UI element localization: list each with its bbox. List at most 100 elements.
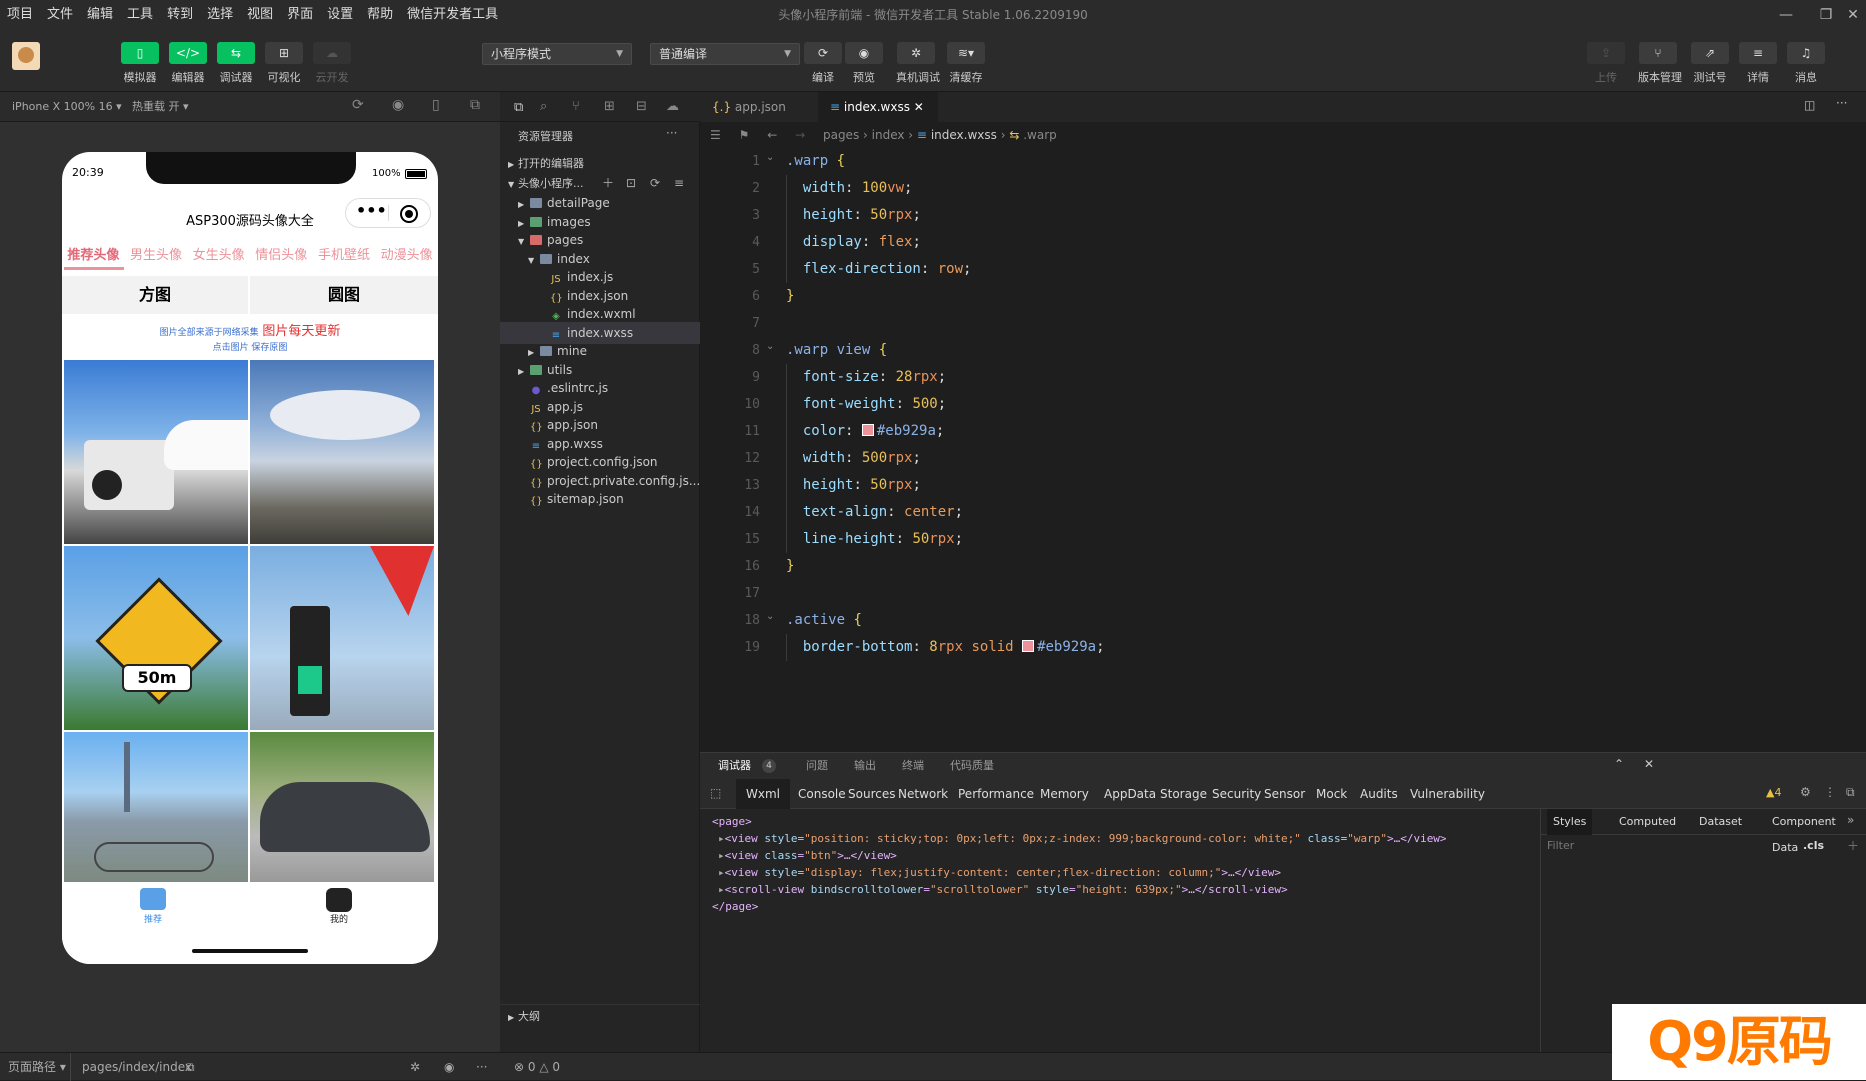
code-line[interactable]: .active { — [786, 607, 862, 634]
devtools-tab[interactable]: Sources — [848, 779, 895, 809]
devtools-tab[interactable]: Audits — [1360, 779, 1398, 809]
styles-tab[interactable]: Computed — [1613, 809, 1682, 835]
record-icon[interactable]: ◉ — [392, 97, 404, 113]
menu-item[interactable]: 设置 — [320, 0, 360, 30]
devtools-top-tab[interactable]: 问题 — [806, 753, 828, 779]
phone-icon[interactable]: ▯ — [432, 97, 440, 113]
chevron-up-icon[interactable]: ⌃ — [1614, 757, 1624, 771]
devtools-top-tab[interactable]: 输出 — [854, 753, 876, 779]
mode-select[interactable]: 小程序模式 ▼ — [482, 43, 632, 65]
styles-tab[interactable]: Dataset — [1693, 809, 1748, 835]
devtools-top-tab[interactable]: 代码质量 — [950, 753, 994, 779]
split-editor-icon[interactable]: ◫ — [1804, 98, 1815, 112]
code-line[interactable]: .warp view { — [786, 337, 887, 364]
inspect-icon[interactable]: ⬚ — [710, 786, 721, 800]
code-line[interactable]: .warp { — [786, 148, 845, 175]
problems-indicator[interactable]: ⊗ 0 △ 0 — [514, 1053, 560, 1081]
category-tab[interactable]: 推荐头像 — [67, 244, 119, 268]
avatar-image[interactable] — [64, 732, 248, 882]
menu-item[interactable]: 编辑 — [80, 0, 120, 30]
menu-item[interactable]: 项目 — [0, 0, 40, 30]
devtools-tab[interactable]: Performance — [958, 779, 1034, 809]
tab-recommend[interactable]: 推荐 — [132, 912, 174, 925]
new-file-icon[interactable]: ＋ — [602, 172, 614, 194]
editor-button[interactable]: </> 编辑器 — [168, 42, 208, 85]
menu-item[interactable]: 界面 — [280, 0, 320, 30]
test-button[interactable]: ⇗ 测试号 — [1690, 42, 1730, 85]
refresh-icon[interactable]: ⟳ — [650, 172, 660, 194]
avatar-image[interactable] — [250, 360, 434, 544]
code-line[interactable]: color: #eb929a; — [786, 418, 944, 445]
fold-icon[interactable]: ⌄ — [766, 341, 774, 352]
code-line[interactable]: width: 100vw; — [786, 175, 913, 202]
minimize-icon[interactable]: — — [1766, 0, 1806, 30]
refresh-icon[interactable]: ⟳ — [352, 97, 364, 113]
devtools-tab[interactable]: Console — [798, 779, 846, 809]
compile-select[interactable]: 普通编译 ▼ — [650, 43, 800, 65]
code-line[interactable]: height: 50rpx; — [786, 472, 921, 499]
menu-item[interactable]: 文件 — [40, 0, 80, 30]
code-line[interactable]: line-height: 50rpx; — [786, 526, 963, 553]
project-section[interactable]: ▼ 头像小程序... ＋ ⊡ ⟳ ≡ — [500, 172, 700, 194]
more-icon[interactable]: ⋮ — [1824, 785, 1836, 799]
outline-section[interactable]: ▶ 大纲 — [500, 1004, 700, 1026]
styles-tab[interactable]: Styles — [1547, 809, 1593, 835]
tab-index-wxss[interactable]: ≡ index.wxss ✕ — [818, 92, 938, 122]
list-icon[interactable]: ☰ — [710, 128, 721, 142]
real-debug-button[interactable]: ✲ 真机调试 — [896, 42, 940, 85]
simulator-button[interactable]: ▯ 模拟器 — [120, 42, 160, 85]
devtools-tab[interactable]: Memory — [1040, 779, 1089, 809]
add-icon[interactable]: ＋ — [1847, 837, 1859, 854]
detail-button[interactable]: ≡ 详情 — [1738, 42, 1778, 85]
code-line[interactable]: } — [786, 283, 794, 310]
page-path-label[interactable]: 页面路径 ▾ — [8, 1053, 66, 1081]
devtools-tab[interactable]: Mock — [1316, 779, 1347, 809]
files-icon[interactable]: ⧉ — [514, 100, 523, 115]
copy-icon[interactable]: ⧉ — [186, 1053, 195, 1081]
category-tab[interactable]: 女生头像 — [193, 244, 245, 268]
recommend-icon[interactable] — [140, 888, 166, 910]
search-icon[interactable]: ⌕ — [540, 99, 547, 114]
code-line[interactable]: width: 500rpx; — [786, 445, 921, 472]
devtools-tab[interactable]: Security — [1212, 779, 1261, 809]
git-icon[interactable]: ⑂ — [572, 99, 580, 114]
square-button[interactable]: 方图 — [62, 276, 248, 314]
menu-item[interactable]: 微信开发者工具 — [400, 0, 505, 30]
compile-button[interactable]: ⟳ 编译 — [803, 42, 843, 85]
preview-button[interactable]: ◉ 预览 — [844, 42, 884, 85]
wxml-node[interactable]: ▸<view style="display: flex;justify-cont… — [718, 864, 1281, 881]
category-tab[interactable]: 情侣头像 — [255, 244, 307, 268]
hot-reload-toggle[interactable]: 热重载 开 ▾ — [132, 92, 189, 122]
more-icon[interactable]: ••• — [356, 201, 387, 220]
round-button[interactable]: 圆图 — [250, 276, 438, 314]
code-line[interactable]: font-size: 28rpx; — [786, 364, 946, 391]
gear-icon[interactable]: ⚙ — [1800, 785, 1811, 799]
wxml-node[interactable]: ▸<view style="position: sticky;top: 0px;… — [718, 830, 1447, 847]
wxml-node[interactable]: </page> — [712, 898, 758, 915]
more-icon[interactable]: ··· — [1836, 96, 1847, 110]
debug-icon[interactable]: ⊟ — [636, 99, 647, 114]
chevron-right-icon[interactable]: » — [1847, 813, 1854, 827]
wxml-node[interactable]: <page> — [712, 813, 752, 830]
avatar-image[interactable]: 50m — [64, 546, 248, 730]
eye-icon[interactable]: ◉ — [444, 1053, 454, 1081]
devtools-tab[interactable]: Network — [898, 779, 948, 809]
capsule-menu[interactable]: ••• — [345, 198, 431, 228]
close-icon[interactable]: ✕ — [1644, 757, 1654, 771]
wxml-node[interactable]: ▸<view class="btn">…</view> — [718, 847, 897, 864]
clear-cache-button[interactable]: ≋▾ 清缓存 — [946, 42, 986, 85]
category-tab[interactable]: 男生头像 — [130, 244, 182, 268]
code-line[interactable]: font-weight: 500; — [786, 391, 946, 418]
code-line[interactable]: text-align: center; — [786, 499, 963, 526]
popout-icon[interactable]: ⧉ — [470, 97, 480, 113]
dock-icon[interactable]: ⧉ — [1846, 785, 1855, 800]
more-icon[interactable]: ··· — [476, 1053, 487, 1081]
warning-badge[interactable]: ▲4 — [1766, 786, 1781, 799]
device-select[interactable]: iPhone X 100% 16 ▾ — [12, 92, 122, 122]
collapse-icon[interactable]: ≡ — [674, 172, 684, 194]
visual-button[interactable]: ⊞ 可视化 — [264, 42, 304, 85]
menu-item[interactable]: 视图 — [240, 0, 280, 30]
devtools-top-tab[interactable]: 终端 — [902, 753, 924, 779]
fold-icon[interactable]: ⌄ — [766, 611, 774, 622]
extensions-icon[interactable]: ⊞ — [604, 99, 615, 114]
